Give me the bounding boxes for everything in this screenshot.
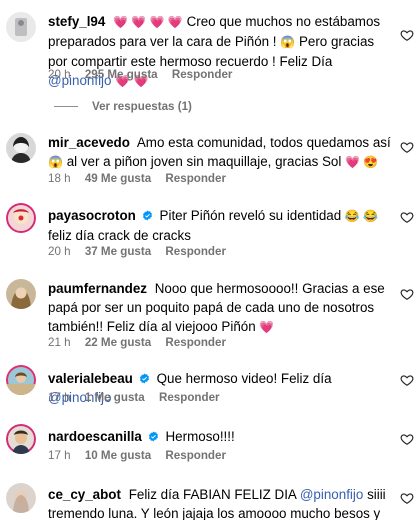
comment-time: 17 h	[48, 391, 71, 404]
heart-emoji: 💗	[259, 320, 275, 334]
comment-meta: 17 h 10 Me gusta Responder	[48, 449, 237, 462]
comment-meta: 18 h 49 Me gusta Responder	[48, 172, 237, 185]
reply-button[interactable]: Responder	[172, 68, 233, 81]
comment-meta: 21 h 22 Me gusta Responder	[48, 336, 237, 349]
comment-username[interactable]: valerialebeau	[48, 371, 133, 386]
comment-username[interactable]: stefy_l94	[48, 14, 105, 29]
reply-button[interactable]: Responder	[165, 336, 226, 349]
avatar[interactable]	[6, 12, 36, 42]
comment-text: mir_acevedo Amo esta comunidad, todos qu…	[48, 133, 393, 172]
avatar[interactable]	[6, 133, 36, 163]
heart-outline-icon[interactable]	[400, 140, 414, 154]
comment-text: payasocroton Piter Piñón reveló su ident…	[48, 206, 393, 245]
comment-time: 18 h	[48, 172, 71, 185]
reply-button[interactable]: Responder	[159, 391, 220, 404]
comment-text: paumfernandez Nooo que hermosoooo!! Grac…	[48, 279, 393, 337]
verified-badge-icon	[142, 210, 152, 221]
comment-username[interactable]: nardoescanilla	[48, 429, 142, 444]
heart-outline-icon[interactable]	[400, 287, 414, 301]
likes-count[interactable]: 22 Me gusta	[85, 336, 151, 349]
laughing-emoji: 😂 😂	[344, 209, 379, 223]
comment-meta: 20 h 37 Me gusta Responder	[48, 245, 237, 258]
reply-button[interactable]: Responder	[165, 172, 226, 185]
comment-body: Piter Piñón reveló su identidad	[159, 208, 345, 223]
comment-body: Amo esta comunidad, todos quedamos así	[136, 135, 391, 150]
comment-time: 21 h	[48, 336, 71, 349]
avatar[interactable]	[6, 483, 36, 513]
heart-emoji: 💗 😍	[345, 155, 379, 169]
comment-meta: 20 h 295 Me gusta Responder	[48, 68, 243, 81]
likes-count[interactable]: 10 Me gusta	[85, 449, 151, 462]
comment-body: Que hermoso video! Feliz día	[156, 371, 332, 386]
avatar[interactable]	[6, 365, 36, 395]
comment-username[interactable]: ce_cy_abot	[48, 487, 121, 502]
view-replies-button[interactable]: Ver respuestas (1)	[48, 99, 192, 113]
likes-count[interactable]: 1 Me gusta	[85, 391, 145, 404]
avatar[interactable]	[6, 424, 36, 454]
comment-username[interactable]: payasocroton	[48, 208, 136, 223]
heart-emoji: 💗 💗 💗 💗	[113, 15, 183, 29]
avatar[interactable]	[6, 279, 36, 309]
comment-body: Feliz día FABIAN FELIZ DIA	[128, 487, 300, 502]
heart-outline-icon[interactable]	[400, 373, 414, 387]
comment-time: 20 h	[48, 68, 71, 81]
avatar[interactable]	[6, 203, 36, 233]
comment-body: feliz día crack de cracks	[48, 228, 191, 243]
reply-button[interactable]: Responder	[165, 245, 226, 258]
comment-username[interactable]: mir_acevedo	[48, 135, 130, 150]
view-replies-label[interactable]: Ver respuestas (1)	[92, 100, 192, 113]
likes-count[interactable]: 37 Me gusta	[85, 245, 151, 258]
verified-badge-icon	[139, 373, 149, 384]
comment-body: al ver a piñon joven sin maquillaje, gra…	[66, 154, 346, 169]
likes-count[interactable]: 49 Me gusta	[85, 172, 151, 185]
likes-count[interactable]: 295 Me gusta	[85, 68, 158, 81]
comment-time: 17 h	[48, 449, 71, 462]
comment-body: Hermoso!!!!	[165, 429, 235, 444]
comment-time: 20 h	[48, 245, 71, 258]
comment-text: nardoescanilla Hermoso!!!!	[48, 427, 393, 446]
comment-text: ce_cy_abot Feliz día FABIAN FELIZ DIA @p…	[48, 485, 393, 520]
comment-meta: 17 h 1 Me gusta Responder	[48, 391, 231, 404]
scream-emoji: 😱	[48, 155, 63, 169]
scream-emoji: 😱	[280, 35, 296, 49]
heart-outline-icon[interactable]	[400, 210, 414, 224]
verified-badge-icon	[148, 431, 158, 442]
replies-divider	[54, 105, 78, 107]
heart-outline-icon[interactable]	[400, 491, 414, 505]
comment-username[interactable]: paumfernandez	[48, 281, 147, 296]
heart-outline-icon[interactable]	[400, 432, 414, 446]
reply-button[interactable]: Responder	[165, 449, 226, 462]
heart-outline-icon[interactable]	[400, 28, 414, 42]
mention-link[interactable]: @pinonfijo	[300, 487, 363, 502]
